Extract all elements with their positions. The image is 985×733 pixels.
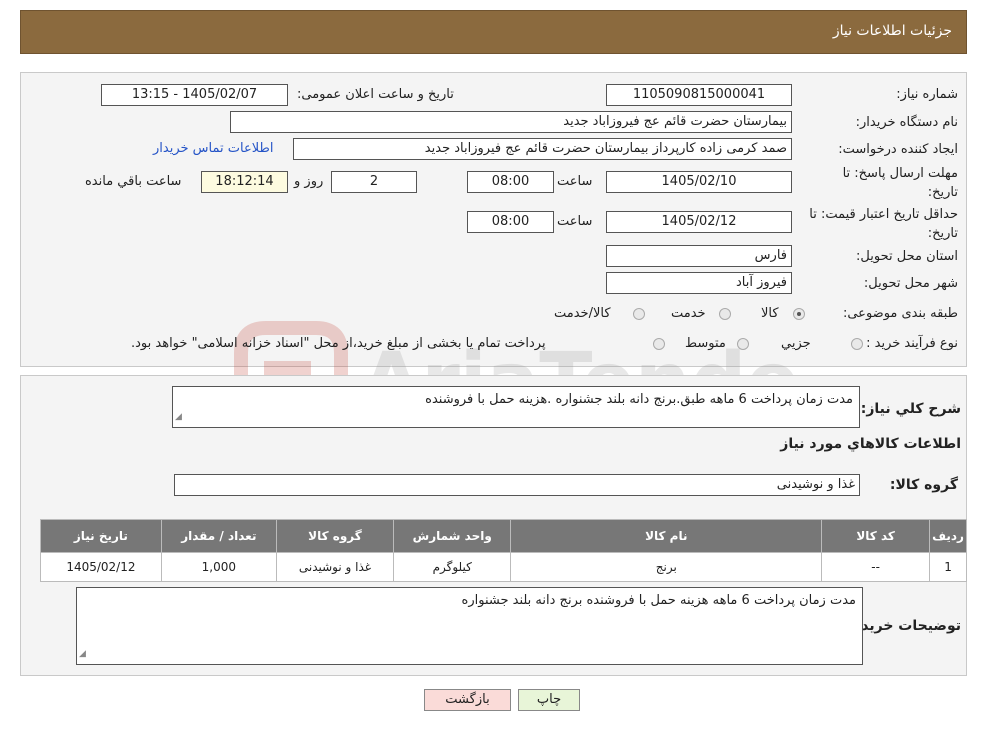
validity-label: حداقل تاریخ اعتبار قیمت: تا تاریخ: [809, 207, 958, 241]
deadline-time-label: ساعت [557, 174, 593, 189]
deadline-date-field: 1405/02/10 [606, 171, 792, 193]
col-date: تاريخ نياز [40, 519, 162, 553]
details-panel: AriaTender.neT شماره نیاز: 1105090815000… [20, 72, 967, 427]
need-number-label: شماره نیاز: [896, 87, 958, 102]
remaining-time-field: 18:12:14 [201, 171, 288, 193]
items-table-header: رديف کد کالا نام کالا واحد شمارش گروه کا… [40, 519, 967, 553]
cell-unit: کیلوگرم [393, 552, 512, 582]
process-note: پرداخت تمام یا بخشی از مبلغ خرید،از محل … [131, 336, 546, 351]
category-radio-service[interactable] [719, 308, 731, 320]
description-text: مدت زمان پرداخت 6 ماهه طبق.برنج دانه بلن… [425, 392, 853, 407]
process-radio-treasury[interactable] [653, 338, 665, 350]
col-code: کد کالا [821, 519, 931, 553]
deadline-time-field: 08:00 [467, 171, 554, 193]
description-label: شرح کلي نياز: [860, 401, 961, 417]
city-field: فیروز آباد [606, 272, 792, 294]
announce-label: تاریخ و ساعت اعلان عمومی: [297, 87, 454, 102]
resize-grip-icon: ◢ [79, 649, 86, 659]
col-quantity: تعداد / مقدار [160, 519, 277, 553]
items-table: رديف کد کالا نام کالا واحد شمارش گروه کا… [40, 519, 967, 582]
remaining-time-label: ساعت باقي مانده [85, 174, 182, 189]
buyer-org-label: نام دستگاه خریدار: [855, 115, 958, 130]
description-textarea[interactable]: مدت زمان پرداخت 6 ماهه طبق.برنج دانه بلن… [172, 386, 860, 428]
print-button[interactable]: چاپ [518, 689, 580, 711]
col-unit: واحد شمارش [393, 519, 512, 553]
creator-label: ایجاد کننده درخواست: [838, 142, 958, 157]
resize-grip-icon: ◢ [175, 412, 182, 422]
cell-name: برنج [510, 552, 823, 582]
table-row: 1 -- برنج کیلوگرم غذا و نوشیدنی 1,000 14… [40, 552, 967, 582]
back-button[interactable]: بازگشت [424, 689, 511, 711]
col-group: گروه کالا [275, 519, 395, 553]
page-title: جزئیات اطلاعات نیاز [832, 23, 952, 39]
col-row: رديف [929, 519, 967, 553]
category-option-goods-service: کالا/خدمت [554, 306, 611, 321]
page-header: جزئیات اطلاعات نیاز [20, 10, 967, 54]
days-label: روز و [294, 174, 324, 189]
validity-date-field: 1405/02/12 [606, 211, 792, 233]
province-label: استان محل تحویل: [856, 249, 958, 264]
process-label: نوع فرآیند خرید : [866, 336, 958, 351]
need-number-field: 1105090815000041 [606, 84, 792, 106]
buyer-contact-link[interactable]: اطلاعات تماس خریدار [153, 141, 273, 156]
col-name: نام کالا [510, 519, 823, 553]
deadline-label: مهلت ارسال پاسخ: تا تاریخ: [842, 166, 958, 200]
creator-field: صمد کرمی زاده کارپرداز بیمارستان حضرت قا… [293, 138, 792, 160]
validity-time-field: 08:00 [467, 211, 554, 233]
buyer-notes-textarea[interactable]: مدت زمان پرداخت 6 ماهه هزینه حمل با فروش… [76, 587, 863, 665]
cell-code: -- [821, 552, 931, 582]
category-option-service: خدمت [671, 306, 706, 321]
announce-datetime-field: 1405/02/07 - 13:15 [101, 84, 288, 106]
items-table-wrapper: رديف کد کالا نام کالا واحد شمارش گروه کا… [40, 519, 967, 582]
items-panel: شرح کلي نياز: مدت زمان پرداخت 6 ماهه طبق… [20, 375, 967, 676]
days-remaining-field: 2 [331, 171, 417, 193]
group-label: گروه کالا: [889, 477, 958, 493]
cell-date: 1405/02/12 [40, 552, 162, 582]
category-radio-goods[interactable] [793, 308, 805, 320]
buyer-notes-text: مدت زمان پرداخت 6 ماهه هزینه حمل با فروش… [461, 593, 856, 608]
cell-row: 1 [929, 552, 967, 582]
group-field: غذا و نوشیدنی [174, 474, 860, 496]
cell-group: غذا و نوشیدنی [275, 552, 395, 582]
buyer-org-field: بیمارستان حضرت قائم عج فیروزاباد جدید [230, 111, 792, 133]
goods-info-title: اطلاعات کالاهاي مورد نياز [780, 436, 961, 452]
category-radio-goods-service[interactable] [633, 308, 645, 320]
category-label: طبقه بندی موضوعی: [842, 306, 958, 321]
process-option-medium: متوسط [685, 336, 726, 351]
validity-time-label: ساعت [557, 214, 593, 229]
city-label: شهر محل تحویل: [863, 276, 958, 291]
province-field: فارس [606, 245, 792, 267]
process-radio-medium[interactable] [737, 338, 749, 350]
category-option-goods: کالا [761, 306, 779, 321]
cell-quantity: 1,000 [160, 552, 277, 582]
process-radio-minor[interactable] [851, 338, 863, 350]
process-option-minor: جزیي [781, 336, 811, 351]
